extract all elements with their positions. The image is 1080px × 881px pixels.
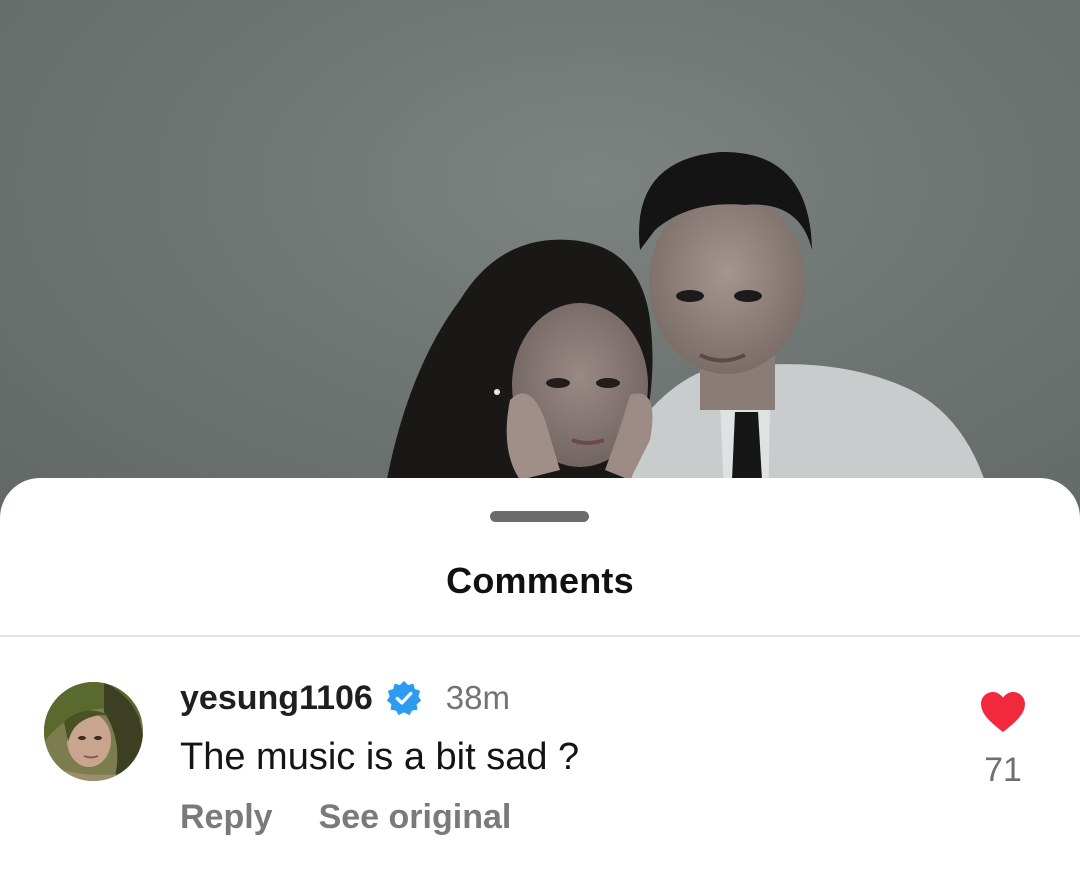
like-count: 71 <box>984 751 1022 789</box>
heart-icon[interactable] <box>980 691 1026 733</box>
avatar-image <box>44 682 143 781</box>
comment-item: yesung1106 38m The music is a bit sad ? … <box>0 638 1080 878</box>
screen: Comments yesung1106 38m The music is a b… <box>0 0 1080 881</box>
background-photo[interactable] <box>0 0 1080 520</box>
comment-timestamp: 38m <box>445 679 510 716</box>
comment-text: The music is a bit sad ? <box>180 736 580 778</box>
user-avatar[interactable] <box>44 682 143 781</box>
comments-sheet: Comments yesung1106 38m The music is a b… <box>0 478 1080 881</box>
photo-illustration <box>380 151 995 520</box>
sheet-title: Comments <box>446 560 634 601</box>
verified-badge-icon <box>386 680 421 716</box>
see-original-button[interactable]: See original <box>319 798 512 837</box>
comment-header: yesung1106 38m <box>180 676 510 720</box>
like-control: 71 <box>960 691 1046 790</box>
divider <box>0 635 1080 637</box>
comment-actions: Reply See original <box>180 798 511 837</box>
reply-button[interactable]: Reply <box>180 798 273 837</box>
username[interactable]: yesung1106 <box>180 679 373 718</box>
drag-handle[interactable] <box>490 511 589 522</box>
